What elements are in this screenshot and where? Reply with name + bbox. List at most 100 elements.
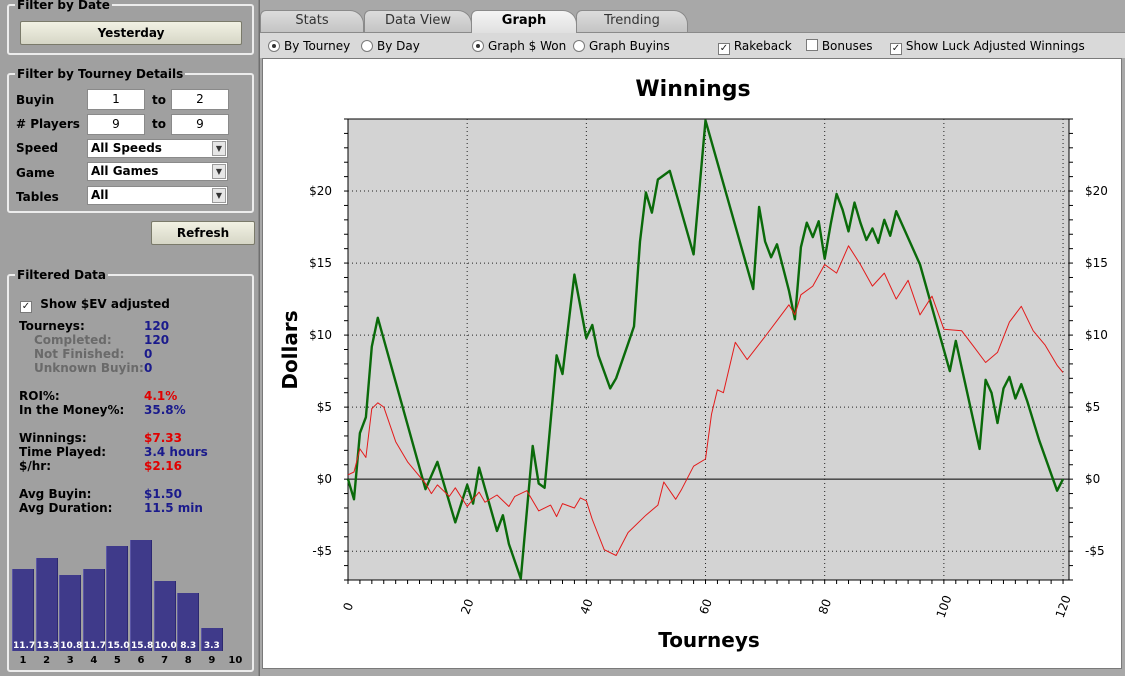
buyin-to-input[interactable]: 2 — [171, 89, 229, 110]
stat-value: 120 — [144, 319, 170, 333]
checkbox-empty-icon[interactable] — [806, 39, 818, 51]
y-tick-label-right: $10 — [1085, 328, 1108, 342]
stat-label: Winnings: — [19, 431, 87, 445]
tables-select[interactable]: All ▼ — [87, 186, 228, 205]
stat-value: 35.8% — [144, 403, 186, 417]
tab-stats[interactable]: Stats — [260, 10, 364, 32]
histogram-bar: 13.3 — [35, 557, 59, 651]
chevron-down-icon[interactable]: ▼ — [212, 188, 226, 203]
players-from-input[interactable]: 9 — [87, 114, 145, 135]
filter-panel: Filter by Date Yesterday Filter by Tourn… — [0, 0, 259, 676]
chevron-down-icon[interactable]: ▼ — [212, 164, 226, 179]
tab-trending[interactable]: Trending — [576, 10, 688, 32]
finish-position-histogram: 11.7 1 13.3 2 10.8 3 11.7 4 15.0 5 15.8 6 10.0 7 8.3 8 3… — [10, 520, 250, 668]
plot-area — [347, 118, 1070, 581]
stat-label: ROI%: — [19, 389, 60, 403]
histogram-bar-value: 10.0 — [154, 641, 177, 651]
players-label: # Players — [16, 117, 80, 131]
buyin-from-input[interactable]: 1 — [87, 89, 145, 110]
stat-label: Avg Buyin: — [19, 487, 92, 501]
yesterday-button[interactable]: Yesterday — [20, 21, 242, 45]
y-tick-label-right: $20 — [1085, 184, 1108, 198]
x-axis-label: Tourneys — [658, 628, 760, 652]
game-select[interactable]: All Games ▼ — [87, 162, 228, 181]
stat-value: 120 — [144, 333, 170, 347]
histogram-bar-value: 11.7 — [13, 641, 36, 651]
histogram-bar-value: 10.8 — [60, 641, 83, 651]
radio-empty-icon[interactable] — [573, 40, 585, 52]
histogram-position-label: 5 — [113, 655, 121, 666]
histogram-position-label: 3 — [66, 655, 74, 666]
checkbox-checked-icon[interactable]: ✓ — [890, 43, 902, 55]
x-tick-label: 40 — [577, 597, 595, 616]
histogram-position-label: 9 — [208, 655, 216, 666]
speed-select-value: All Speeds — [91, 141, 162, 155]
y-tick-label-right: $5 — [1085, 400, 1100, 414]
graph-buyins-radio[interactable]: Graph Buyins — [573, 39, 670, 53]
stat-label: Not Finished: — [34, 347, 125, 361]
stat-label: Avg Duration: — [19, 501, 113, 515]
tab-graph[interactable]: Graph — [471, 10, 577, 33]
y-tick-label-right: $15 — [1085, 256, 1108, 270]
buyin-to-label: to — [152, 93, 166, 107]
histogram-bar-value: 8.3 — [180, 641, 197, 651]
chevron-down-icon[interactable]: ▼ — [212, 141, 226, 156]
speed-select[interactable]: All Speeds ▼ — [87, 139, 228, 158]
histogram-bar: 15.8 — [130, 540, 154, 651]
histogram-position-label: 8 — [184, 655, 192, 666]
by-tourney-radio[interactable]: By Tourney — [268, 39, 350, 53]
luck-adjusted-checkbox[interactable]: ✓ Show Luck Adjusted Winnings — [890, 39, 1085, 55]
bonuses-checkbox[interactable]: Bonuses — [806, 39, 873, 53]
stat-label: Completed: — [34, 333, 112, 347]
stat-value: $7.33 — [144, 431, 182, 445]
rakeback-checkbox[interactable]: ✓ Rakeback — [718, 39, 792, 55]
histogram-bar: 11.7 — [12, 569, 36, 651]
refresh-button[interactable]: Refresh — [151, 221, 255, 245]
radio-selected-icon[interactable] — [268, 40, 280, 52]
x-tick-label: 0 — [340, 601, 356, 613]
stat-label: Tourneys: — [19, 319, 85, 333]
tables-label: Tables — [16, 190, 59, 204]
histogram-position-label: 4 — [90, 655, 98, 666]
rakeback-label: Rakeback — [733, 39, 792, 53]
by-day-radio[interactable]: By Day — [361, 39, 420, 53]
y-axis-label: Dollars — [278, 310, 302, 389]
y-tick-label: $15 — [309, 256, 332, 270]
histogram-bar-value: 15.0 — [107, 641, 130, 651]
histogram-bar: 10.8 — [59, 575, 83, 651]
x-tick-label: 100 — [934, 593, 955, 619]
histogram-position-label: 1 — [19, 655, 27, 666]
filtered-data-title: Filtered Data — [17, 268, 107, 282]
histogram-bar-value: 13.3 — [36, 641, 59, 651]
filter-by-date-title: Filter by Date — [17, 0, 110, 12]
graph-won-radio[interactable]: Graph $ Won — [472, 39, 566, 53]
y-tick-label: -$5 — [312, 544, 332, 558]
y-tick-label: $5 — [317, 400, 332, 414]
show-ev-checkbox[interactable]: ✓ Show $EV adjusted — [20, 297, 170, 313]
y-tick-label-right: $0 — [1085, 472, 1100, 486]
histogram-bar: 15.0 — [106, 546, 130, 651]
stat-value: 3.4 hours — [144, 445, 208, 459]
histogram-bar: 3.3 — [200, 627, 223, 651]
histogram-bar: 8.3 — [177, 592, 200, 651]
tab-data-view[interactable]: Data View — [364, 10, 472, 32]
radio-selected-icon[interactable] — [472, 40, 484, 52]
histogram-bar-value: 15.8 — [131, 641, 154, 651]
players-to-label: to — [152, 117, 166, 131]
x-tick-label: 120 — [1053, 593, 1074, 619]
stat-label: Unknown Buyin: — [34, 361, 144, 375]
players-to-input[interactable]: 9 — [171, 114, 229, 135]
by-day-label: By Day — [377, 39, 420, 53]
histogram-bar: 10.0 — [153, 581, 177, 651]
x-tick-label: 80 — [816, 597, 834, 616]
filter-by-tourney-title: Filter by Tourney Details — [17, 67, 184, 81]
checkbox-checked-icon[interactable]: ✓ — [718, 43, 730, 55]
stat-label: In the Money%: — [19, 403, 125, 417]
y-tick-label: $10 — [309, 328, 332, 342]
checkbox-checked-icon[interactable]: ✓ — [20, 301, 32, 313]
stat-value: 4.1% — [144, 389, 178, 403]
chart-title: Winnings — [635, 77, 750, 102]
graph-won-label: Graph $ Won — [488, 39, 567, 53]
radio-empty-icon[interactable] — [361, 40, 373, 52]
stat-value: 11.5 min — [144, 501, 203, 515]
